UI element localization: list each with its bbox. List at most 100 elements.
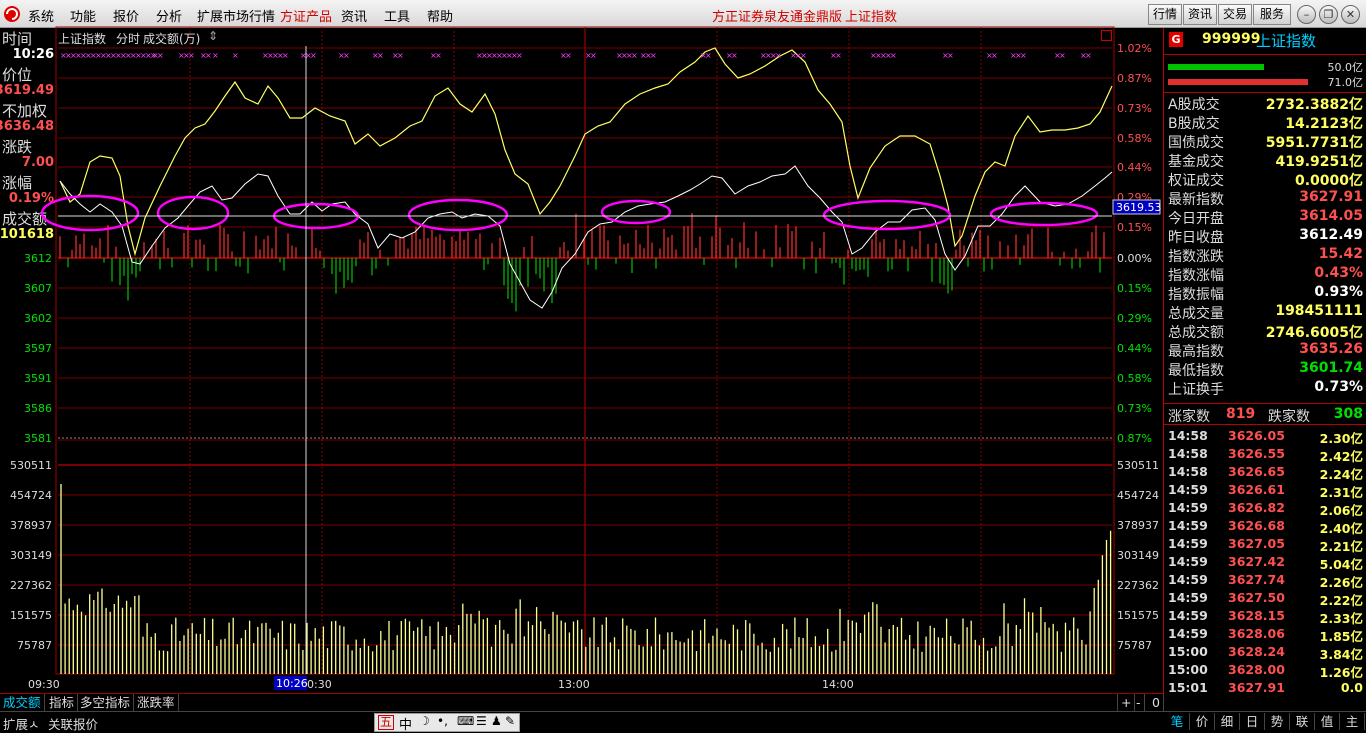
signal-marker: × xyxy=(212,51,219,60)
time-axis-label: 13:00 xyxy=(558,678,590,691)
quote-tab[interactable]: 联 xyxy=(1290,713,1315,730)
ime-toolbar[interactable]: 五 中 ☽ •, ⌨ ☰ ♟ ✎ xyxy=(374,713,520,733)
menu-analysis[interactable]: 分析 xyxy=(156,6,182,25)
tick-price: 3626.61 xyxy=(1228,482,1285,497)
ime-logo-icon[interactable]: 五 xyxy=(378,715,395,730)
tick-row: 14:59 3628.06 1.85亿 xyxy=(1168,626,1363,644)
quote-tab[interactable]: 细 xyxy=(1215,713,1240,730)
ime-moon-icon[interactable]: ☽ xyxy=(419,714,430,728)
tick-row: 14:59 3626.61 2.31亿 xyxy=(1168,482,1363,500)
restore-icon[interactable]: ❐ xyxy=(1319,5,1338,24)
ime-chinese-icon[interactable]: 中 xyxy=(399,714,412,733)
index-name: 上证指数 xyxy=(1256,32,1317,50)
signal-marker: × xyxy=(775,51,782,60)
tab-long-short[interactable]: 多空指标 xyxy=(77,694,135,711)
stat-value: 419.9251亿 xyxy=(1275,154,1363,170)
close-icon[interactable]: ✕ xyxy=(1341,5,1360,24)
menu-quote[interactable]: 报价 xyxy=(113,6,139,25)
signal-marker: × xyxy=(343,51,350,60)
menu-extended-market[interactable]: 扩展市场行情 xyxy=(197,6,275,25)
ime-keyboard-icon[interactable]: ⌨ xyxy=(457,714,474,728)
volume-axis-label: 75787 xyxy=(1117,639,1152,652)
window-title: 方正证券泉友通金鼎版 xyxy=(712,10,843,25)
volume-axis-label: 75787 xyxy=(17,639,52,652)
stat-label: 国债成交 xyxy=(1168,135,1224,151)
menu-function[interactable]: 功能 xyxy=(70,6,96,25)
signal-marker: × xyxy=(1020,51,1027,60)
stat-label: B股成交 xyxy=(1168,116,1220,132)
menu-tools[interactable]: 工具 xyxy=(384,6,410,25)
down-volume-label: 71.0亿 xyxy=(1327,76,1364,89)
stat-value: 198451111 xyxy=(1275,303,1363,319)
down-count-label: 跌家数 xyxy=(1268,409,1310,425)
stat-value: 3601.74 xyxy=(1299,360,1363,376)
pct-axis-label: 0.29% xyxy=(1117,312,1152,325)
zoom-reset-button[interactable]: 0 xyxy=(1149,694,1164,711)
signal-marker: × xyxy=(947,51,954,60)
ime-settings-icon[interactable]: ✎ xyxy=(505,714,515,728)
ime-punct-icon[interactable]: •, xyxy=(437,714,448,728)
volume-axis-label: 454724 xyxy=(1117,489,1159,502)
tick-row: 14:58 3626.05 2.30亿 xyxy=(1168,428,1363,446)
tick-row: 14:59 3627.05 2.21亿 xyxy=(1168,536,1363,554)
status-expand[interactable]: 扩展ㅅ xyxy=(3,714,40,733)
news-button[interactable]: 资讯 xyxy=(1183,4,1217,25)
tick-amount: 2.24亿 xyxy=(1319,467,1363,482)
up-count-value: 819 xyxy=(1226,406,1256,422)
tab-amount[interactable]: 成交额 xyxy=(0,694,45,711)
trade-button[interactable]: 交易 xyxy=(1218,4,1252,25)
service-button[interactable]: 服务 xyxy=(1253,4,1291,25)
status-related-quotes[interactable]: 关联报价 xyxy=(48,714,98,733)
tick-price: 3627.91 xyxy=(1228,680,1285,695)
intraday-chart[interactable]: ××××××××××××××××××××× ××× ×× × × ××××× ××× ×× ××… xyxy=(0,26,1163,694)
stat-row: 总成交量 198451111 xyxy=(1168,303,1363,322)
quote-tab[interactable]: 主 xyxy=(1340,713,1365,730)
tick-amount: 2.40亿 xyxy=(1319,521,1363,536)
pct-axis-label: 0.44% xyxy=(1117,161,1152,174)
stat-label: 基金成交 xyxy=(1168,154,1224,170)
stat-row: 权证成交 0.0000亿 xyxy=(1168,170,1363,189)
menu-fangzheng-products[interactable]: 方证产品 xyxy=(280,6,332,25)
tick-row: 15:00 3628.00 1.26亿 xyxy=(1168,662,1363,680)
tick-row: 14:59 3627.50 2.22亿 xyxy=(1168,590,1363,608)
signal-marker: × xyxy=(232,51,239,60)
pct-axis-label: 0.58% xyxy=(1117,132,1152,145)
stat-label: 上证换手 xyxy=(1168,382,1224,398)
menu-help[interactable]: 帮助 xyxy=(427,6,453,25)
stat-value: 3612.49 xyxy=(1299,227,1363,243)
stat-label: 权证成交 xyxy=(1168,173,1224,189)
market-button[interactable]: 行情 xyxy=(1148,4,1182,25)
pct-axis-zero: 0.00% xyxy=(1117,252,1152,265)
pct-axis-label: 0.15% xyxy=(1117,282,1152,295)
quote-tab[interactable]: 笔 xyxy=(1165,713,1190,730)
price-axis-label: 3612 xyxy=(24,252,52,265)
tick-row: 14:58 3626.65 2.24亿 xyxy=(1168,464,1363,482)
minimize-icon[interactable]: – xyxy=(1297,5,1316,24)
stat-label: 总成交额 xyxy=(1168,325,1224,341)
annotation-circle xyxy=(600,199,672,225)
tick-amount: 2.31亿 xyxy=(1319,485,1363,500)
tick-price: 3628.15 xyxy=(1228,608,1285,623)
ime-menu-icon[interactable]: ☰ xyxy=(476,714,487,728)
price-axis-label: 3607 xyxy=(24,282,52,295)
quote-tab[interactable]: 势 xyxy=(1265,713,1290,730)
ime-user-icon[interactable]: ♟ xyxy=(491,714,502,728)
quote-tab[interactable]: 价 xyxy=(1190,713,1215,730)
tick-amount: 0.0 xyxy=(1340,680,1363,695)
tick-amount: 1.85亿 xyxy=(1319,629,1363,644)
tab-indicator[interactable]: 指标 xyxy=(46,694,79,711)
time-axis-label: 14:00 xyxy=(822,678,854,691)
quote-tab[interactable]: 日 xyxy=(1240,713,1265,730)
zoom-out-button[interactable]: - xyxy=(1133,694,1145,711)
tab-advance-decline[interactable]: 涨跌率 xyxy=(134,694,179,711)
quote-tab[interactable]: 值 xyxy=(1315,713,1340,730)
tick-amount: 2.22亿 xyxy=(1319,593,1363,608)
signal-markers: ××××××××××××××××××××× ××× ×× × × ××××× ××× ×× ××… xyxy=(60,51,1092,60)
stat-label: A股成交 xyxy=(1168,97,1220,113)
menu-news[interactable]: 资讯 xyxy=(341,6,367,25)
stat-value: 0.93% xyxy=(1314,284,1363,300)
stat-label: 昨日收盘 xyxy=(1168,230,1224,246)
menu-system[interactable]: 系统 xyxy=(28,6,54,25)
tick-amount: 2.42亿 xyxy=(1319,449,1363,464)
pct-axis-label: 0.73% xyxy=(1117,102,1152,115)
